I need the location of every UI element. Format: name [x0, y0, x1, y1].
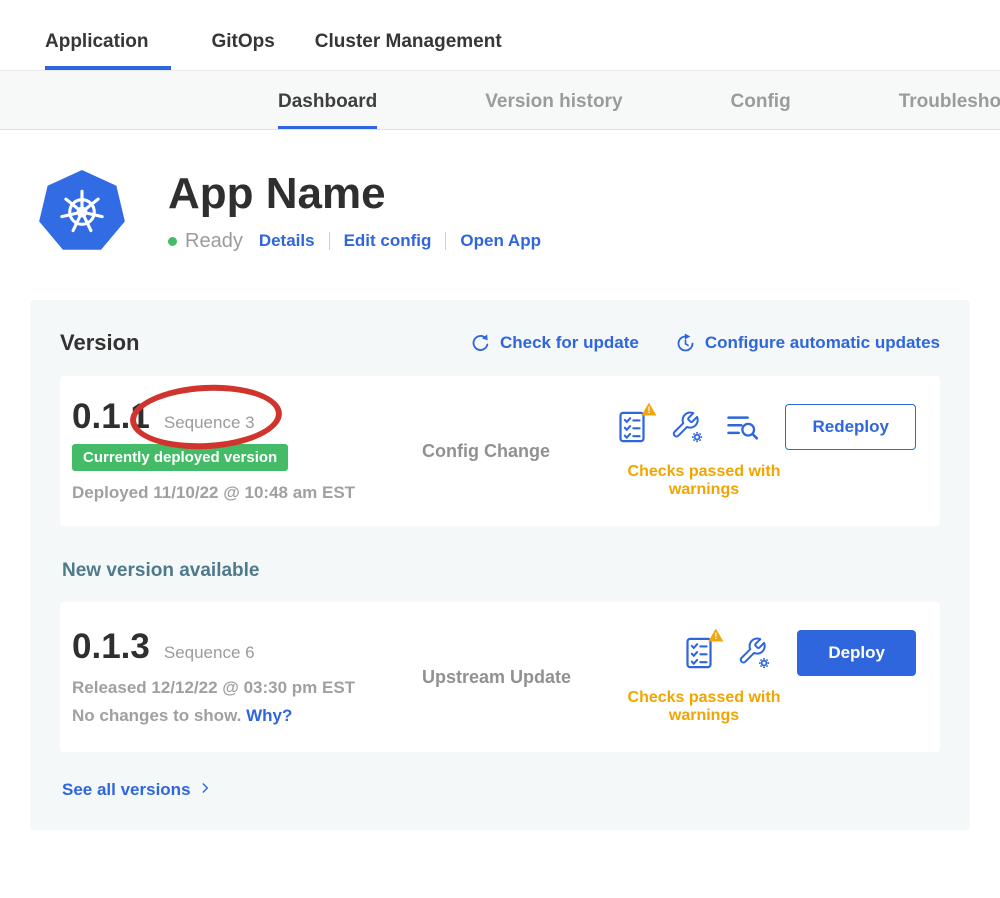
edit-config-link[interactable]: Edit config [344, 231, 432, 251]
nav-tab-application[interactable]: Application [45, 31, 171, 70]
redeploy-button[interactable]: Redeploy [785, 404, 916, 450]
wrench-gear-icon[interactable] [670, 410, 704, 444]
divider [329, 232, 330, 250]
current-version-line: 0.1.1 Sequence 3 [72, 399, 422, 434]
version-panel: Version Check for update [30, 300, 970, 830]
chevron-right-icon [198, 780, 212, 800]
nav-tab-cluster-management[interactable]: Cluster Management [315, 31, 502, 70]
available-version-info: 0.1.3 Sequence 6 Released 12/12/22 @ 03:… [72, 624, 422, 730]
current-version-sequence: Sequence 3 [164, 413, 255, 433]
app-status-row: Ready Details Edit config Open App [168, 230, 541, 253]
released-timestamp: Released 12/12/22 @ 03:30 pm EST [72, 678, 422, 698]
version-panel-header: Version Check for update [60, 330, 940, 356]
configure-automatic-updates-link[interactable]: Configure automatic updates [675, 333, 940, 354]
open-app-link[interactable]: Open App [460, 231, 541, 251]
version-heading: Version [60, 330, 139, 356]
app-status: Ready [185, 230, 243, 253]
deploy-button[interactable]: Deploy [797, 630, 916, 676]
no-changes-text: No changes to show. [72, 706, 241, 725]
admin-console-page: Application GitOps Cluster Management Da… [0, 0, 1000, 898]
available-version-actions: Deploy Checks passed with warnings [602, 624, 916, 730]
see-all-versions-label: See all versions [62, 780, 191, 800]
available-version-card: 0.1.3 Sequence 6 Released 12/12/22 @ 03:… [60, 602, 940, 752]
clock-refresh-icon [675, 333, 696, 354]
details-link[interactable]: Details [259, 231, 315, 251]
check-for-update-link[interactable]: Check for update [470, 333, 639, 354]
no-changes-line: No changes to show. Why? [72, 706, 422, 726]
check-for-update-label: Check for update [500, 333, 639, 353]
tab-version-history[interactable]: Version history [485, 91, 622, 129]
nav-tab-gitops[interactable]: GitOps [211, 31, 274, 70]
preflight-checks-icon[interactable] [616, 410, 648, 444]
configure-automatic-updates-label: Configure automatic updates [705, 333, 940, 353]
current-version-action-row: Redeploy [616, 404, 916, 450]
available-version-number: 0.1.3 [72, 629, 150, 664]
tab-dashboard[interactable]: Dashboard [278, 91, 377, 129]
available-version-action-row: Deploy [683, 630, 916, 676]
current-version-actions: Redeploy Checks passed with warnings [602, 398, 916, 504]
app-header-text: App Name Ready Details Edit config Open … [168, 171, 541, 252]
new-version-available-heading: New version available [62, 560, 940, 582]
view-files-icon[interactable] [726, 411, 759, 442]
version-panel-actions: Check for update Configure automatic upd… [470, 333, 940, 354]
tab-troubleshoot[interactable]: Troubleshoot [899, 91, 1000, 129]
app-header: App Name Ready Details Edit config Open … [0, 130, 1000, 254]
app-sub-nav: Dashboard Version history Config Trouble… [0, 70, 1000, 130]
deployed-timestamp: Deployed 11/10/22 @ 10:48 am EST [72, 483, 422, 503]
tab-config[interactable]: Config [731, 91, 791, 129]
see-all-versions-link[interactable]: See all versions [62, 780, 212, 800]
current-version-source: Config Change [422, 441, 602, 462]
divider [445, 232, 446, 250]
refresh-icon [470, 333, 491, 354]
available-version-sequence: Sequence 6 [164, 643, 255, 663]
app-title: App Name [168, 171, 541, 217]
status-dot [168, 237, 177, 246]
kubernetes-logo-icon [38, 170, 126, 254]
why-link[interactable]: Why? [246, 706, 292, 725]
primary-nav: Application GitOps Cluster Management [0, 0, 1000, 70]
preflight-checks-icon[interactable] [683, 636, 715, 670]
currently-deployed-badge: Currently deployed version [72, 444, 288, 471]
current-version-number: 0.1.1 [72, 399, 150, 434]
wrench-gear-icon[interactable] [737, 636, 771, 670]
current-version-info: 0.1.1 Sequence 3 Currently deployed vers… [72, 398, 422, 504]
available-checks-status: Checks passed with warnings [602, 689, 916, 725]
current-version-card: 0.1.1 Sequence 3 Currently deployed vers… [60, 376, 940, 526]
available-version-source: Upstream Update [422, 667, 602, 688]
current-checks-status: Checks passed with warnings [602, 463, 916, 499]
available-version-line: 0.1.3 Sequence 6 [72, 629, 422, 664]
